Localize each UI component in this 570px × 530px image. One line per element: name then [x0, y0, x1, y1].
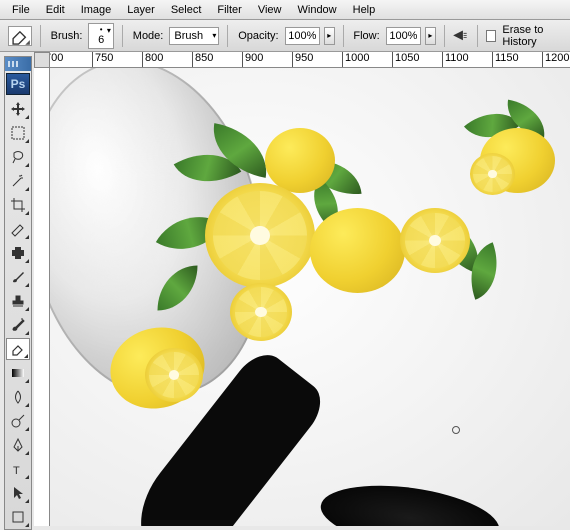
mode-dropdown[interactable]: Brush: [169, 27, 219, 45]
eraser-tool[interactable]: [6, 338, 30, 360]
menu-file[interactable]: File: [4, 2, 38, 18]
canvas[interactable]: [50, 68, 570, 526]
brush-label: Brush:: [49, 30, 85, 42]
svg-text:T: T: [13, 465, 20, 477]
flow-flyout[interactable]: ▸: [425, 27, 435, 45]
marquee-tool[interactable]: [6, 122, 30, 144]
menu-view[interactable]: View: [250, 2, 290, 18]
lemon-half: [205, 183, 315, 288]
separator: [477, 25, 478, 47]
menu-window[interactable]: Window: [290, 2, 345, 18]
ruler-tick: 850: [192, 52, 213, 68]
glass-base: [317, 476, 504, 526]
ruler-tick: 1100: [442, 52, 469, 68]
lasso-tool[interactable]: [6, 146, 30, 168]
lemon-whole: [310, 208, 405, 293]
ruler-tick: 1200: [542, 52, 569, 68]
toolbox: Ps T: [4, 56, 32, 530]
type-tool[interactable]: T: [6, 458, 30, 480]
tool-preset-picker[interactable]: [8, 26, 32, 46]
separator: [122, 25, 123, 47]
lemon-half: [400, 208, 470, 273]
ruler-tick: 1000: [342, 52, 369, 68]
opacity-label: Opacity:: [236, 30, 280, 42]
toolbox-grip[interactable]: [5, 57, 31, 71]
brush-tool[interactable]: [6, 266, 30, 288]
flow-input[interactable]: 100%: [386, 27, 422, 45]
flow-value: 100%: [389, 30, 417, 42]
separator: [227, 25, 228, 47]
lemon-half: [470, 153, 515, 195]
menu-layer[interactable]: Layer: [119, 2, 163, 18]
ruler-tick: 1050: [392, 52, 419, 68]
flow-label: Flow:: [351, 30, 381, 42]
menu-help[interactable]: Help: [345, 2, 384, 18]
opacity-flyout[interactable]: ▸: [324, 27, 334, 45]
menu-bar: File Edit Image Layer Select Filter View…: [0, 0, 570, 20]
erase-history-checkbox[interactable]: [486, 30, 496, 42]
ruler-origin[interactable]: [34, 52, 50, 68]
brush-size-value: 6: [98, 34, 104, 46]
wand-tool[interactable]: [6, 170, 30, 192]
ruler-tick: 800: [142, 52, 163, 68]
menu-select[interactable]: Select: [163, 2, 210, 18]
stamp-tool[interactable]: [6, 290, 30, 312]
eraser-icon: [9, 25, 31, 47]
lemon-whole: [265, 128, 335, 193]
separator: [40, 25, 41, 47]
healing-tool[interactable]: [6, 242, 30, 264]
ruler-tick: 900: [242, 52, 263, 68]
lemon-half: [145, 348, 203, 402]
path-select-tool[interactable]: [6, 482, 30, 504]
crop-tool[interactable]: [6, 194, 30, 216]
mode-label: Mode:: [131, 30, 166, 42]
blur-tool[interactable]: [6, 386, 30, 408]
ruler-vertical[interactable]: [34, 68, 50, 526]
dodge-tool[interactable]: [6, 410, 30, 432]
ruler-tick: 750: [92, 52, 113, 68]
brush-cursor: [452, 426, 460, 434]
mode-value: Brush: [174, 30, 203, 42]
separator: [444, 25, 445, 47]
airbrush-toggle[interactable]: [452, 27, 469, 45]
slice-tool[interactable]: [6, 218, 30, 240]
move-tool[interactable]: [6, 98, 30, 120]
opacity-input[interactable]: 100%: [285, 27, 321, 45]
opacity-value: 100%: [288, 30, 316, 42]
menu-edit[interactable]: Edit: [38, 2, 73, 18]
lemon-half: [230, 283, 292, 341]
airbrush-icon: [452, 27, 469, 44]
options-bar: Brush: • 6 Mode: Brush Opacity: 100% ▸ F…: [0, 20, 570, 52]
ruler-horizontal[interactable]: 700 750 800 850 900 950 1000 1050 1100 1…: [34, 52, 570, 68]
ruler-tick: 950: [292, 52, 313, 68]
app-logo: Ps: [6, 73, 30, 95]
shape-tool[interactable]: [6, 506, 30, 528]
pen-tool[interactable]: [6, 434, 30, 456]
erase-history-label: Erase to History: [500, 24, 570, 48]
ruler-tick: 1150: [492, 52, 519, 68]
brush-preset-picker[interactable]: • 6: [88, 23, 113, 49]
gradient-tool[interactable]: [6, 362, 30, 384]
menu-filter[interactable]: Filter: [209, 2, 249, 18]
separator: [343, 25, 344, 47]
menu-image[interactable]: Image: [73, 2, 120, 18]
history-brush-tool[interactable]: [6, 314, 30, 336]
